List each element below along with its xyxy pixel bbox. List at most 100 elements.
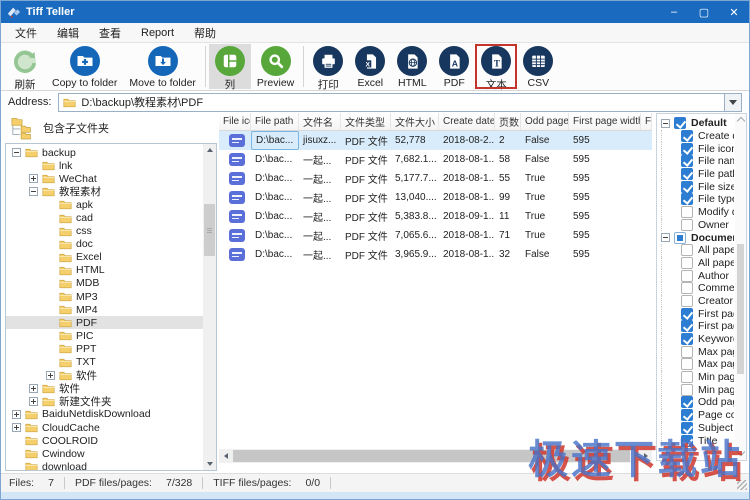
table-row[interactable]: D:\bac...一起...PDF 文件7,065.6...2018-08-1.… <box>219 226 652 245</box>
scroll-down-arrow-icon[interactable] <box>203 458 216 470</box>
checked-checkbox[interactable] <box>681 422 693 434</box>
tree-item-教程素材[interactable]: 教程素材 <box>6 185 216 198</box>
tree-item-CloudCache[interactable]: CloudCache <box>6 421 216 434</box>
column-header-F[interactable]: F <box>641 113 652 130</box>
column-group-default[interactable]: Default <box>661 117 734 130</box>
columns-scrollbar[interactable] <box>735 114 746 460</box>
column-option-creator[interactable]: Creator <box>661 295 734 308</box>
tree-item-doc[interactable]: doc <box>6 238 216 251</box>
tree-item-软件[interactable]: 软件 <box>6 382 216 395</box>
tree-item-BaiduNetdiskDownload[interactable]: BaiduNetdiskDownload <box>6 408 216 421</box>
expand-plus-icon[interactable] <box>29 174 38 183</box>
address-dropdown-button[interactable] <box>724 94 741 111</box>
unchecked-checkbox[interactable] <box>681 371 693 383</box>
column-header-文件大小[interactable]: 文件大小 <box>391 113 439 130</box>
tree-scrollbar[interactable] <box>203 144 216 470</box>
scroll-left-arrow-icon[interactable] <box>219 449 232 463</box>
checked-checkbox[interactable] <box>681 155 693 167</box>
unchecked-checkbox[interactable] <box>681 257 693 269</box>
column-option-create-date[interactable]: Create date <box>661 130 734 143</box>
column-header-File-icon[interactable]: File icon <box>219 113 251 130</box>
menu-item-5[interactable]: 帮助 <box>184 23 226 43</box>
toolbar-button-move-to-folder[interactable]: Move to folder <box>123 44 202 89</box>
minimize-button[interactable]: – <box>659 1 689 23</box>
tree-item-WeChat[interactable]: WeChat <box>6 172 216 185</box>
column-option-max-page-he[interactable]: Max page he <box>661 345 734 358</box>
column-option-file-name[interactable]: File name <box>661 155 734 168</box>
column-header-File-path[interactable]: File path <box>251 113 299 130</box>
collapse-minus-icon[interactable] <box>661 233 670 242</box>
column-option-title[interactable]: Title <box>661 434 734 447</box>
table-row[interactable]: D:\bac...一起...PDF 文件5,383.8...2018-09-1.… <box>219 207 652 226</box>
unchecked-checkbox[interactable] <box>681 270 693 282</box>
chevron-up-icon[interactable] <box>736 116 745 125</box>
resize-grip[interactable] <box>737 480 747 490</box>
column-header-First-page-width[interactable]: First page width <box>569 113 641 130</box>
unchecked-checkbox[interactable] <box>681 206 693 218</box>
table-row[interactable]: D:\bac...一起...PDF 文件7,682.1...2018-08-1.… <box>219 150 652 169</box>
column-option-file-path[interactable]: File path <box>661 168 734 181</box>
chevron-down-icon[interactable] <box>736 449 745 458</box>
tree-item-PPT[interactable]: PPT <box>6 342 216 355</box>
tree-item-Excel[interactable]: Excel <box>6 251 216 264</box>
toolbar-button-csv[interactable]: CSV <box>517 44 559 89</box>
tree-item-cad[interactable]: cad <box>6 211 216 224</box>
tree-item-COOLROID[interactable]: COOLROID <box>6 434 216 447</box>
menu-item-3[interactable]: 查看 <box>89 23 131 43</box>
table-scrollbar-thumb[interactable] <box>233 450 630 462</box>
toolbar-button-列[interactable]: 列 <box>209 44 251 89</box>
tree-item-MDB[interactable]: MDB <box>6 277 216 290</box>
tree-item-TXT[interactable]: TXT <box>6 356 216 369</box>
column-option-file-type[interactable]: File type <box>661 193 734 206</box>
tree-item-lnk[interactable]: lnk <box>6 159 216 172</box>
column-option-owner[interactable]: Owner <box>661 219 734 232</box>
toolbar-button-文本[interactable]: T文本 <box>475 44 517 89</box>
table-row[interactable]: D:\bac...jisuxz...PDF 文件52,7782018-08-2.… <box>219 131 652 150</box>
column-group-document[interactable]: Document <box>661 231 734 244</box>
maximize-button[interactable]: ▢ <box>689 1 719 23</box>
scroll-up-arrow-icon[interactable] <box>203 144 216 156</box>
checked-checkbox[interactable] <box>681 193 693 205</box>
checked-checkbox[interactable] <box>681 308 693 320</box>
menu-item-2[interactable]: 编辑 <box>47 23 89 43</box>
column-option-keywords[interactable]: Keywords <box>661 333 734 346</box>
table-horizontal-scrollbar[interactable] <box>219 449 652 463</box>
scroll-right-arrow-icon[interactable] <box>639 449 652 463</box>
columns-scrollbar-thumb[interactable] <box>737 244 744 374</box>
column-option-min-page-wi[interactable]: Min page wi <box>661 383 734 396</box>
tree-item-新建文件夹[interactable]: 新建文件夹 <box>6 395 216 408</box>
unchecked-checkbox[interactable] <box>681 358 693 370</box>
checked-checkbox[interactable] <box>681 409 693 421</box>
column-option-all-paper-na[interactable]: All paper na <box>661 244 734 257</box>
column-header-Odd-pages[interactable]: Odd pages <box>521 113 569 130</box>
checked-checkbox[interactable] <box>681 181 693 193</box>
column-option-odd-pages[interactable]: Odd pages <box>661 396 734 409</box>
toolbar-button-excel[interactable]: XExcel <box>349 44 391 89</box>
table-row[interactable]: D:\bac...一起...PDF 文件3,965.9...2018-08-1.… <box>219 245 652 264</box>
checked-checkbox[interactable] <box>681 435 693 447</box>
column-header-文件类型[interactable]: 文件类型 <box>341 113 391 130</box>
expand-plus-icon[interactable] <box>12 423 21 432</box>
unchecked-checkbox[interactable] <box>681 219 693 231</box>
menu-item-4[interactable]: Report <box>131 25 184 41</box>
column-option-subject[interactable]: Subject <box>661 422 734 435</box>
unchecked-checkbox[interactable] <box>681 384 693 396</box>
address-combobox[interactable]: D:\backup\教程素材\PDF <box>58 93 742 112</box>
menu-item-1[interactable]: 文件 <box>5 23 47 43</box>
toolbar-button-刷新[interactable]: 刷新 <box>4 44 46 89</box>
tree-item-css[interactable]: css <box>6 225 216 238</box>
column-header-Create-date[interactable]: Create date <box>439 113 495 130</box>
expand-plus-icon[interactable] <box>12 410 21 419</box>
tree-scrollbar-thumb[interactable] <box>204 204 215 256</box>
column-option-first-page-he[interactable]: First page he <box>661 307 734 320</box>
tree-item-软件[interactable]: 软件 <box>6 369 216 382</box>
toolbar-button-打印[interactable]: 打印 <box>307 44 349 89</box>
checked-checkbox[interactable] <box>681 168 693 180</box>
table-row[interactable]: D:\bac...一起...PDF 文件5,177.7...2018-08-1.… <box>219 169 652 188</box>
checked-checkbox[interactable] <box>681 143 693 155</box>
tree-item-HTML[interactable]: HTML <box>6 264 216 277</box>
checked-checkbox[interactable] <box>681 396 693 408</box>
column-option-first-page-w[interactable]: First page w <box>661 320 734 333</box>
tree-item-download[interactable]: download <box>6 460 216 471</box>
table-row[interactable]: D:\bac...一起...PDF 文件13,040....2018-08-1.… <box>219 188 652 207</box>
